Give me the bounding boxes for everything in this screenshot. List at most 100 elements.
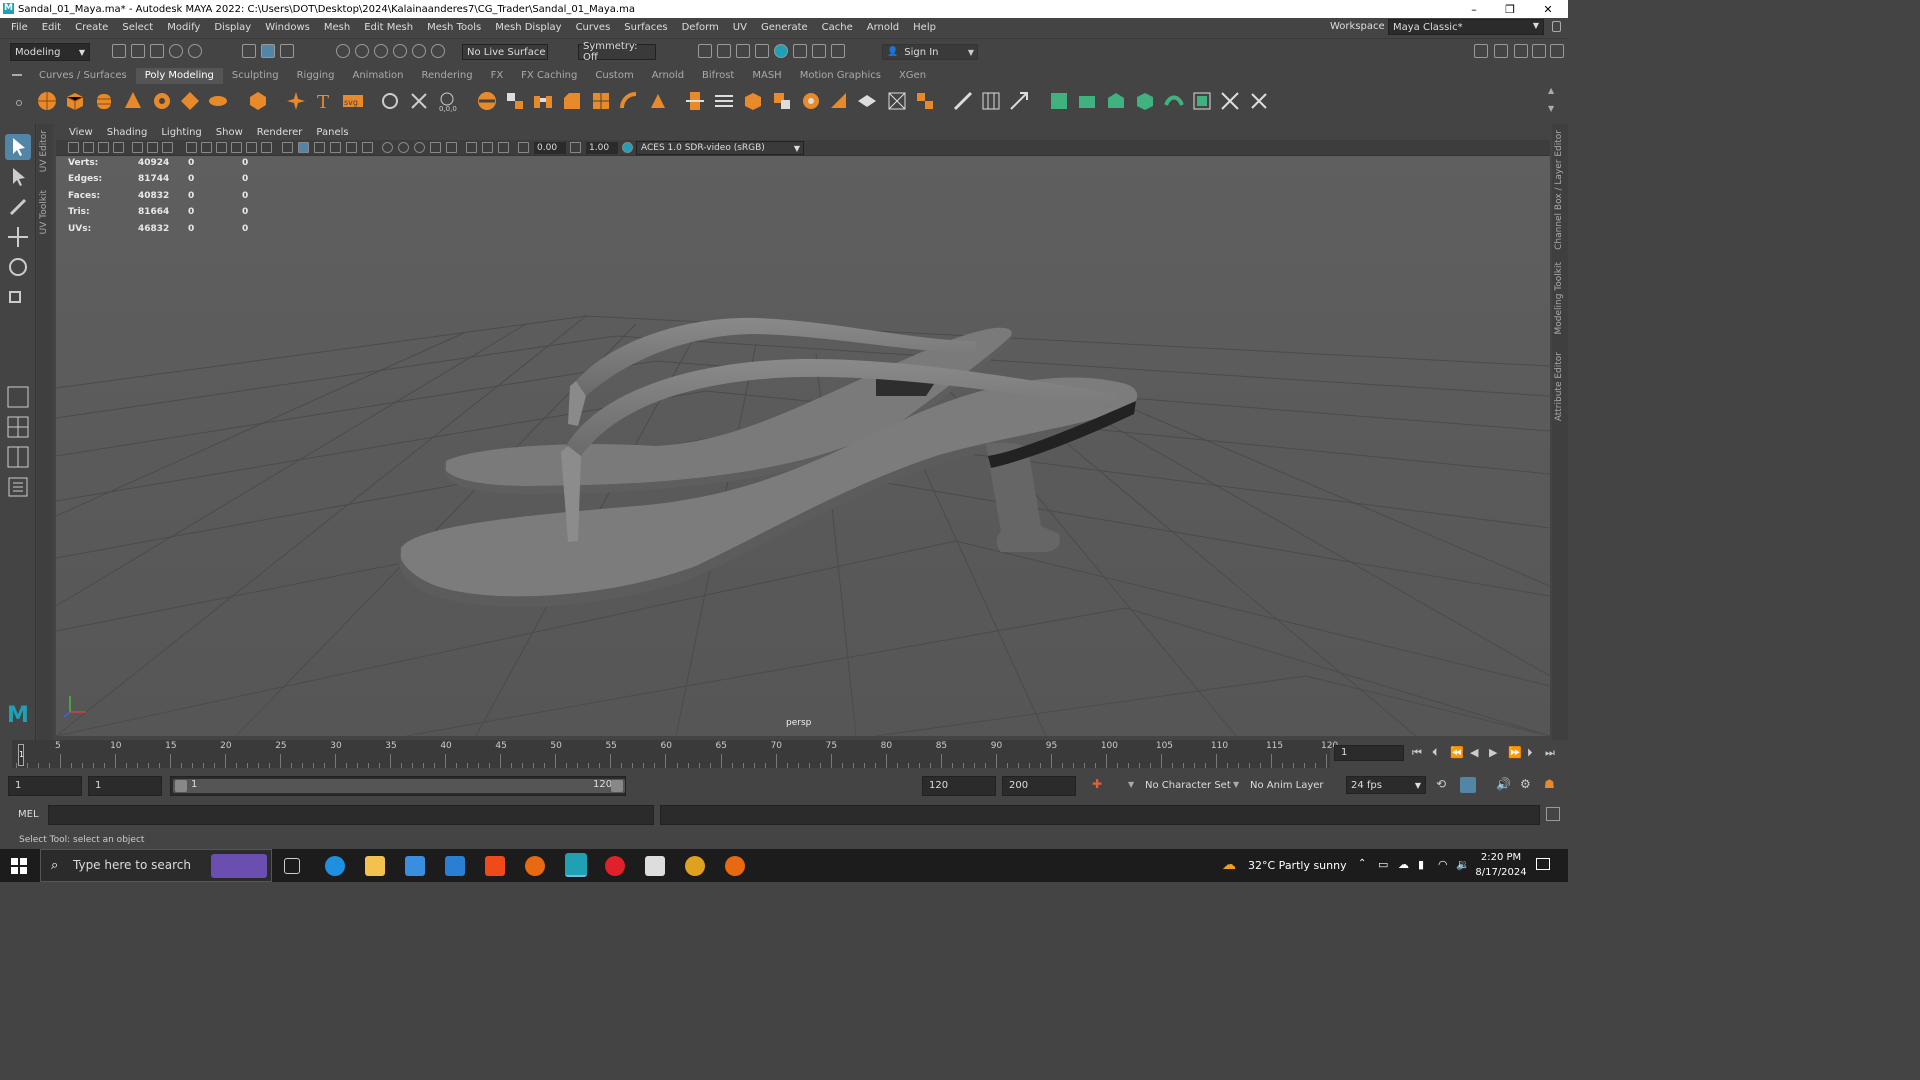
panel-menu-view[interactable]: View <box>62 127 100 138</box>
menu-edit-mesh[interactable]: Edit Mesh <box>357 22 420 33</box>
range-slider[interactable]: 1 120 <box>170 776 626 796</box>
shelf-scroll-up-icon[interactable]: ▲ <box>1548 86 1554 95</box>
image-plane-icon[interactable] <box>113 142 124 153</box>
bridge-icon[interactable] <box>532 90 554 112</box>
menu-cache[interactable]: Cache <box>815 22 860 33</box>
shelf-tab-curves-surfaces[interactable]: Curves / Surfaces <box>30 68 136 84</box>
minimize-button[interactable]: – <box>1456 0 1492 18</box>
playback-end-field[interactable]: 120 <box>922 776 996 796</box>
uv-layout-icon[interactable] <box>1191 90 1213 112</box>
workspace-select[interactable]: Maya Classic* ▼ <box>1388 19 1544 35</box>
select-tool-icon[interactable] <box>5 134 31 160</box>
wireframe-icon[interactable] <box>282 142 293 153</box>
volume-icon[interactable]: 🔉 <box>1456 858 1470 871</box>
channel-box-toggle-icon[interactable] <box>1532 44 1546 58</box>
light-editor-icon[interactable] <box>812 44 826 58</box>
shelf-tab-fx[interactable]: FX <box>482 68 513 84</box>
panel-menu-show[interactable]: Show <box>209 127 250 138</box>
soft-select-icon[interactable] <box>800 90 822 112</box>
menu-generate[interactable]: Generate <box>754 22 815 33</box>
single-perspective-view-icon[interactable] <box>5 384 31 410</box>
view-transform-select[interactable]: ACES 1.0 SDR-video (sRGB) ▼ <box>636 141 804 155</box>
photo-app-icon[interactable] <box>645 856 665 876</box>
menu-select[interactable]: Select <box>115 22 160 33</box>
panel-menu-shading[interactable]: Shading <box>100 127 155 138</box>
tool-settings-toggle-icon[interactable] <box>1514 44 1528 58</box>
flip-icon[interactable] <box>856 90 878 112</box>
uv-editor-tab[interactable]: UV Editor <box>39 130 49 172</box>
go-to-start-icon[interactable]: ⏮ <box>1412 746 1422 760</box>
wifi-icon[interactable]: ◠ <box>1438 858 1448 871</box>
symmetry-select[interactable]: Symmetry: Off <box>578 41 656 63</box>
outliner-layout-icon[interactable] <box>5 474 31 500</box>
isolate-select-icon[interactable] <box>446 142 457 153</box>
red-app-icon[interactable] <box>605 856 625 876</box>
merge-icon[interactable] <box>647 90 669 112</box>
safe-title-icon[interactable] <box>261 142 272 153</box>
gamma-field[interactable]: 1.00 <box>586 142 618 154</box>
step-back-key-icon[interactable]: ⏪ <box>1450 746 1464 759</box>
close-button[interactable]: ✕ <box>1530 0 1566 18</box>
shelf-tab-sculpting[interactable]: Sculpting <box>223 68 288 84</box>
camera-attributes-icon[interactable] <box>83 142 94 153</box>
menu-deform[interactable]: Deform <box>675 22 726 33</box>
edge-loop-icon[interactable] <box>886 90 908 112</box>
new-scene-icon[interactable] <box>112 44 126 58</box>
menu-create[interactable]: Create <box>68 22 115 33</box>
menu-surfaces[interactable]: Surfaces <box>617 22 674 33</box>
bookmark-icon[interactable] <box>98 142 109 153</box>
xray-icon[interactable] <box>466 142 477 153</box>
start-time-field[interactable]: 1 <box>8 776 82 796</box>
poly-plane-icon[interactable] <box>179 90 201 112</box>
safe-action-icon[interactable] <box>246 142 257 153</box>
separate-icon[interactable] <box>408 90 430 112</box>
channel-box-tab[interactable]: Channel Box / Layer Editor <box>1554 130 1564 250</box>
resolution-gate-icon[interactable] <box>201 142 212 153</box>
edge-browser-icon[interactable] <box>325 856 345 876</box>
loop-icon[interactable]: ⟲ <box>1436 777 1446 791</box>
poly-sphere-icon[interactable] <box>36 90 58 112</box>
cache-playback-icon[interactable] <box>1460 777 1476 793</box>
layer-editor-toggle-icon[interactable] <box>1550 44 1564 58</box>
knife-icon[interactable] <box>952 90 974 112</box>
current-time-marker[interactable]: 1 <box>18 744 24 766</box>
menu-mesh[interactable]: Mesh <box>317 22 357 33</box>
step-forward-key-icon[interactable]: ⏩ <box>1508 746 1522 759</box>
step-back-icon[interactable]: ⏴ <box>1432 746 1438 760</box>
lasso-tool-icon[interactable] <box>5 164 31 190</box>
snap-grid-icon[interactable] <box>336 44 350 58</box>
auto-key-icon[interactable]: ✚ <box>1092 777 1102 791</box>
modeling-toolkit-tab[interactable]: Modeling Toolkit <box>1554 262 1564 335</box>
menuset-select[interactable]: Modeling ▼ <box>10 43 90 61</box>
grid-toggle-icon[interactable] <box>162 142 173 153</box>
command-language-toggle[interactable]: MEL <box>18 809 39 820</box>
quad-draw-icon[interactable] <box>771 90 793 112</box>
shelf-tab-motion-graphics[interactable]: Motion Graphics <box>791 68 890 84</box>
camera-select-icon[interactable] <box>68 142 79 153</box>
two-d-pan-zoom-icon[interactable] <box>132 142 143 153</box>
exposure-field[interactable]: 0.00 <box>534 142 566 154</box>
uv-planar-icon[interactable] <box>1048 90 1070 112</box>
shelf-tab-fx-caching[interactable]: FX Caching <box>512 68 586 84</box>
chrome-browser-icon[interactable] <box>685 856 705 876</box>
extrude-icon[interactable] <box>504 90 526 112</box>
step-forward-icon[interactable]: ⏵ <box>1527 746 1533 760</box>
chevron-down-icon[interactable]: ▼ <box>1128 780 1134 789</box>
uv-spherical-icon[interactable] <box>1105 90 1127 112</box>
shelf-tab-rigging[interactable]: Rigging <box>288 68 344 84</box>
uv-sew-icon[interactable] <box>1248 90 1270 112</box>
menu-arnold[interactable]: Arnold <box>860 22 906 33</box>
paint-select-tool-icon[interactable] <box>5 194 31 220</box>
use-all-lights-icon[interactable] <box>346 142 357 153</box>
shadows-icon[interactable] <box>362 142 373 153</box>
insert-edge-loop-icon[interactable] <box>1008 90 1030 112</box>
shelf-tab-arnold[interactable]: Arnold <box>643 68 693 84</box>
poly-disc-icon[interactable] <box>207 90 229 112</box>
persp-graph-layout-icon[interactable] <box>5 444 31 470</box>
microsoft-store-icon[interactable] <box>405 856 425 876</box>
menu-curves[interactable]: Curves <box>569 22 618 33</box>
wireframe-on-shaded-icon[interactable] <box>314 142 325 153</box>
shelf-scroll-down-icon[interactable]: ▼ <box>1548 104 1554 113</box>
save-scene-icon[interactable] <box>150 44 164 58</box>
snap-curve-icon[interactable] <box>355 44 369 58</box>
